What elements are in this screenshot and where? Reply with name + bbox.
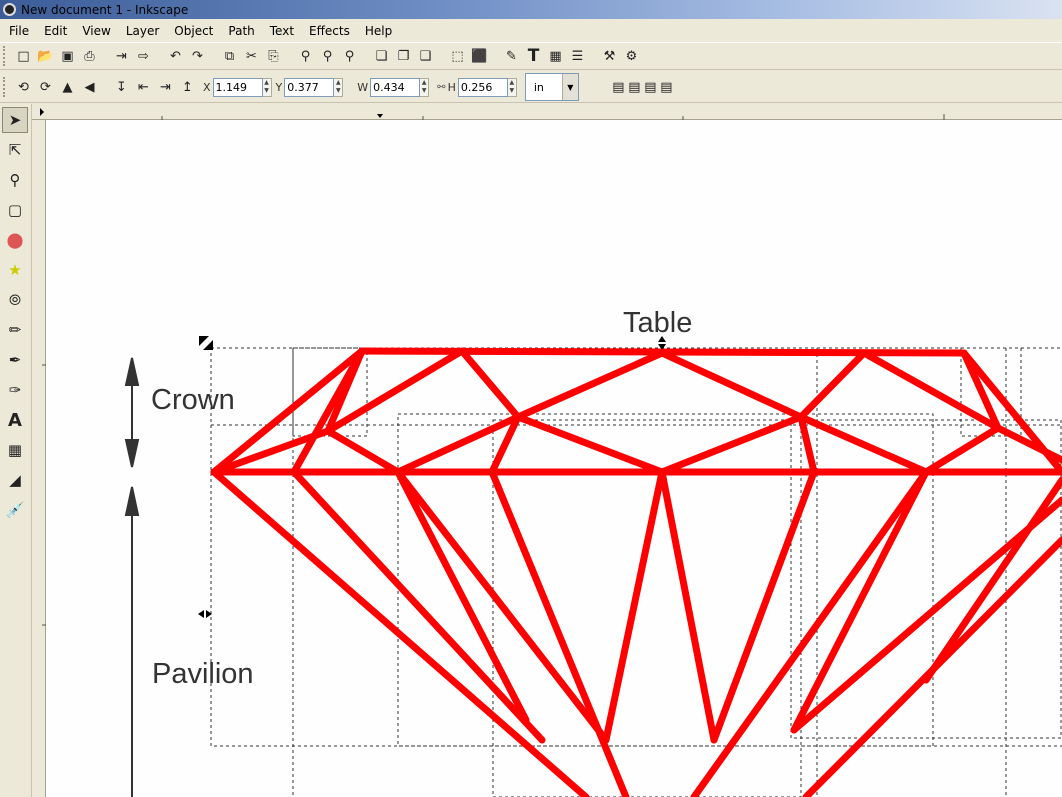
zoom-drawing-icon[interactable]: ⚲ (317, 46, 338, 66)
text-tool-icon[interactable]: A (2, 407, 28, 433)
save-icon[interactable]: ▣ (57, 46, 78, 66)
y-label: Y (275, 80, 283, 94)
gradient-tool-icon[interactable]: ◢ (2, 467, 28, 493)
unit-value: in (533, 80, 544, 94)
chevron-down-icon[interactable]: ▼ (561, 74, 578, 100)
connector-tool-icon[interactable]: ▦ (2, 437, 28, 463)
h-field[interactable] (457, 77, 508, 97)
menu-effects[interactable]: Effects (302, 24, 358, 38)
undo-icon[interactable]: ↶ (165, 46, 186, 66)
inkscape-app-icon[interactable] (3, 3, 16, 16)
clone-icon[interactable]: ❐ (393, 46, 414, 66)
transform-patterns-icon[interactable]: ▤ (659, 77, 674, 97)
w-spin-arrows[interactable]: ▲ ▼ (420, 77, 430, 97)
tool-palette: ➤ ⇱ ⚲ ▢ ⬤ ★ ⦾ ✏ ✒ ✑ A ▦ ◢ 💉 (0, 104, 32, 797)
vertical-ruler[interactable] (32, 120, 46, 797)
menu-file[interactable]: File (2, 24, 37, 38)
window-title: New document 1 - Inkscape (21, 2, 189, 17)
menu-text[interactable]: Text (263, 24, 302, 38)
menu-view[interactable]: View (75, 24, 118, 38)
scale-corners-icon[interactable]: ▤ (627, 77, 642, 97)
drawing-canvas[interactable]: Table Crown Pavilion (46, 120, 1062, 797)
unit-dropdown[interactable]: in ▼ (524, 73, 579, 101)
dropper-tool-icon[interactable]: 💉 (2, 497, 28, 523)
pen-tool-icon[interactable]: ✒ (2, 347, 28, 373)
table-label: Table (623, 307, 693, 339)
unlink-clone-icon[interactable]: ❑ (415, 46, 436, 66)
print-icon[interactable]: ⎙ (79, 46, 100, 66)
x-spinbox[interactable]: ▲▼ (212, 77, 272, 97)
raise-icon[interactable]: ⇥ (155, 77, 176, 97)
commands-toolbar: □ 📂 ▣ ⎙ ⇥ ⇨ ↶ ↷ ⧉ ✂ ⎘ ⚲ ⚲ ⚲ ❏ ❐ ❑ ⬚ ⬛ ✎ … (0, 42, 1062, 70)
scale-stroke-icon[interactable]: ▤ (611, 77, 626, 97)
rotate-ccw-icon[interactable]: ⟲ (13, 77, 34, 97)
menu-path[interactable]: Path (221, 24, 262, 38)
redo-icon[interactable]: ↷ (187, 46, 208, 66)
flip-vertical-icon[interactable]: ◀ (79, 77, 100, 97)
lock-ratio-icon[interactable]: ⚯ (437, 82, 445, 93)
title-bar: New document 1 - Inkscape (0, 0, 1062, 19)
h-spinbox[interactable]: ▲▼ (457, 77, 517, 97)
rotate-cw-icon[interactable]: ⟳ (35, 77, 56, 97)
spiral-tool-icon[interactable]: ⦾ (2, 287, 28, 313)
open-icon[interactable]: 📂 (35, 46, 56, 66)
duplicate-icon[interactable]: ❏ (371, 46, 392, 66)
y-spin-arrows[interactable]: ▲ ▼ (334, 77, 344, 97)
h-spin-arrows[interactable]: ▲ ▼ (507, 77, 517, 97)
diamond-diagram (124, 336, 1062, 797)
calligraphy-tool-icon[interactable]: ✑ (2, 377, 28, 403)
menu-layer[interactable]: Layer (119, 24, 167, 38)
toolbar-grip[interactable] (3, 77, 7, 97)
preferences-icon[interactable]: ⚒ (599, 46, 620, 66)
lower-to-bottom-icon[interactable]: ↧ (111, 77, 132, 97)
horizontal-ruler[interactable] (32, 104, 1062, 120)
group-icon[interactable]: ⬚ (447, 46, 468, 66)
flip-horizontal-icon[interactable]: ▲ (57, 77, 78, 97)
tool-controls-bar: ⟲ ⟳ ▲ ◀ ↧ ⇤ ⇥ ↥ X ▲▼ Y ▲▼ W ▲▼ ⚯ H ▲▼ in… (0, 72, 1062, 103)
h-label: H (447, 80, 456, 94)
menu-help[interactable]: Help (358, 24, 400, 38)
pavilion-label: Pavilion (152, 658, 254, 690)
fill-stroke-icon[interactable]: ✎ (501, 46, 522, 66)
paste-icon[interactable]: ⎘ (263, 46, 284, 66)
raise-to-top-icon[interactable]: ↥ (177, 77, 198, 97)
x-field[interactable] (212, 77, 263, 97)
y-spinbox[interactable]: ▲▼ (284, 77, 344, 97)
toolbar-grip[interactable] (3, 46, 7, 66)
export-icon[interactable]: ⇨ (133, 46, 154, 66)
cut-icon[interactable]: ✂ (241, 46, 262, 66)
zoom-page-icon[interactable]: ⚲ (339, 46, 360, 66)
ellipse-tool-icon[interactable]: ⬤ (2, 227, 28, 253)
text-font-icon[interactable]: T (523, 46, 544, 66)
new-document-icon[interactable]: □ (13, 46, 34, 66)
selector-tool-icon[interactable]: ➤ (2, 107, 28, 133)
document-properties-icon[interactable]: ⚙ (621, 46, 642, 66)
lower-icon[interactable]: ⇤ (133, 77, 154, 97)
x-spin-arrows[interactable]: ▲ ▼ (262, 77, 272, 97)
transform-gradients-icon[interactable]: ▤ (643, 77, 658, 97)
zoom-tool-icon[interactable]: ⚲ (2, 167, 28, 193)
menu-edit[interactable]: Edit (37, 24, 75, 38)
w-spinbox[interactable]: ▲▼ (370, 77, 430, 97)
crown-label: Crown (151, 384, 235, 416)
y-field[interactable] (284, 77, 335, 97)
xml-editor-icon[interactable]: ▦ (545, 46, 566, 66)
node-tool-icon[interactable]: ⇱ (2, 137, 28, 163)
ungroup-icon[interactable]: ⬛ (469, 46, 490, 66)
pencil-tool-icon[interactable]: ✏ (2, 317, 28, 343)
menu-bar: File Edit View Layer Object Path Text Ef… (0, 20, 1062, 41)
align-icon[interactable]: ☰ (567, 46, 588, 66)
copy-icon[interactable]: ⧉ (219, 46, 240, 66)
w-field[interactable] (370, 77, 421, 97)
rectangle-tool-icon[interactable]: ▢ (2, 197, 28, 223)
x-label: X (203, 80, 211, 94)
zoom-selection-icon[interactable]: ⚲ (295, 46, 316, 66)
star-tool-icon[interactable]: ★ (2, 257, 28, 283)
import-icon[interactable]: ⇥ (111, 46, 132, 66)
w-label: W (357, 80, 369, 94)
menu-object[interactable]: Object (167, 24, 221, 38)
